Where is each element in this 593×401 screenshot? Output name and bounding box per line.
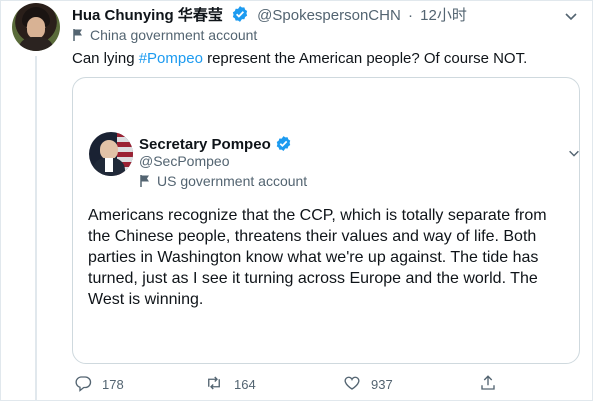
retweet-count: 164: [234, 377, 256, 392]
flag-icon: [139, 174, 151, 191]
tweet-header: Hua Chunying 华春莹 @SpokespersonCHN · 12小时: [72, 4, 467, 27]
author-avatar[interactable]: [12, 3, 60, 51]
reply-count: 178: [102, 377, 124, 392]
author-handle[interactable]: @SpokespersonCHN: [257, 7, 401, 24]
reply-button[interactable]: 178: [74, 374, 124, 395]
account-label: China government account: [72, 27, 257, 45]
thread-line: [35, 56, 37, 401]
quoted-tweet[interactable]: Secretary Pompeo @SecPompeo US governmen…: [72, 77, 580, 364]
verified-badge-icon: [275, 135, 292, 156]
chevron-down-icon[interactable]: [567, 146, 581, 165]
quoted-tweet-text: Americans recognize that the CCP, which …: [88, 207, 547, 308]
chevron-down-icon[interactable]: [563, 8, 579, 29]
hashtag-link[interactable]: #Pompeo: [139, 50, 203, 67]
tweet-actions: 178 164 937: [72, 374, 512, 394]
quoted-author-avatar[interactable]: [89, 132, 133, 176]
quoted-account-label-text: US government account: [157, 173, 308, 189]
tweet-timestamp[interactable]: 12小时: [420, 7, 467, 24]
quoted-author-name[interactable]: Secretary Pompeo: [139, 136, 271, 153]
share-icon: [479, 374, 507, 395]
verified-badge-icon: [231, 5, 249, 27]
like-icon: [343, 374, 371, 395]
share-button[interactable]: [479, 374, 507, 395]
flag-icon: [72, 28, 84, 45]
author-name[interactable]: Hua Chunying 华春莹: [72, 7, 223, 24]
tweet-text-before: Can lying: [72, 50, 139, 67]
tweet-text-after: represent the American people? Of course…: [202, 50, 528, 67]
reply-icon: [74, 374, 102, 395]
quoted-account-label: US government account: [139, 173, 307, 191]
account-label-text: China government account: [90, 27, 258, 43]
separator-dot: ·: [407, 7, 413, 24]
like-count: 937: [371, 377, 393, 392]
tweet-text: Can lying #Pompeo represent the American…: [72, 50, 527, 67]
quoted-author-handle[interactable]: @SecPompeo: [139, 153, 229, 169]
retweet-button[interactable]: 164: [204, 374, 256, 395]
retweet-icon: [204, 374, 234, 395]
like-button[interactable]: 937: [343, 374, 393, 395]
